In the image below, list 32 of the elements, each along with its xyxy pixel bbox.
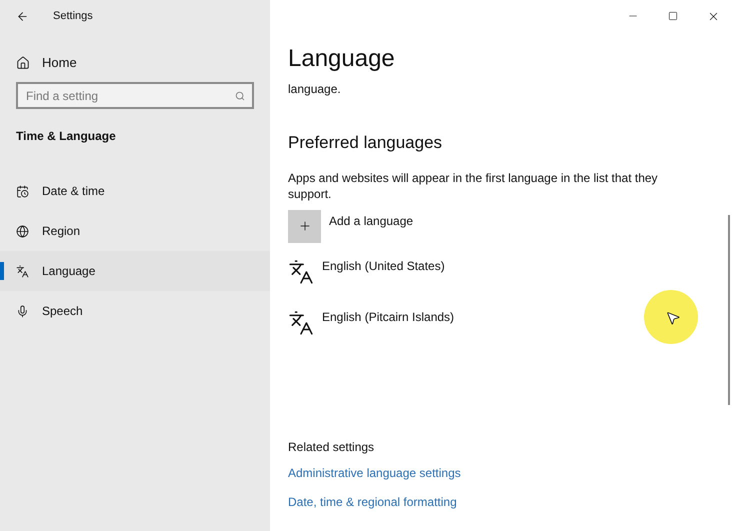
settings-link[interactable]: Administrative language settings [288,464,693,482]
sidebar-item[interactable]: Date & time [0,171,270,211]
locale-list-entry[interactable]: English (United States) [288,256,449,286]
search-field[interactable]: Find a setting [16,82,254,109]
sidebar-item[interactable]: Speech [0,291,270,331]
add-language-label: Add a language [329,212,414,230]
language-icon [288,310,314,336]
maximize-icon [668,11,678,21]
home-link[interactable]: Home [0,52,270,74]
back-icon[interactable] [16,10,29,22]
scrollbar[interactable] [728,215,730,405]
sidebar-item[interactable]: Language [0,251,270,291]
sidebar-item[interactable]: Region [0,211,270,251]
home-icon [16,56,30,70]
search-icon [235,91,245,101]
plus-icon [298,219,312,233]
globe-icon [16,224,29,238]
intro-text: language. [288,81,342,98]
microphone-icon [16,304,29,318]
language-icon [288,258,314,284]
locale-list-entry[interactable]: English (Pitcairn Islands) [288,308,458,338]
settings-link[interactable]: Date, time & regional formatting [288,492,693,510]
section-heading: Preferred languages [288,132,444,154]
add-language-button[interactable] [288,210,321,242]
window-title: Settings [53,8,93,24]
page-title: Language [288,44,396,74]
section-title: Time & Language [15,128,117,145]
related-heading: Related settings [288,438,376,456]
description-text: Apps and websites will appear in the first language in the list that they support. [288,170,659,202]
language-icon [16,264,29,278]
cursor-icon [665,310,681,326]
calendar-clock-icon [16,184,29,198]
